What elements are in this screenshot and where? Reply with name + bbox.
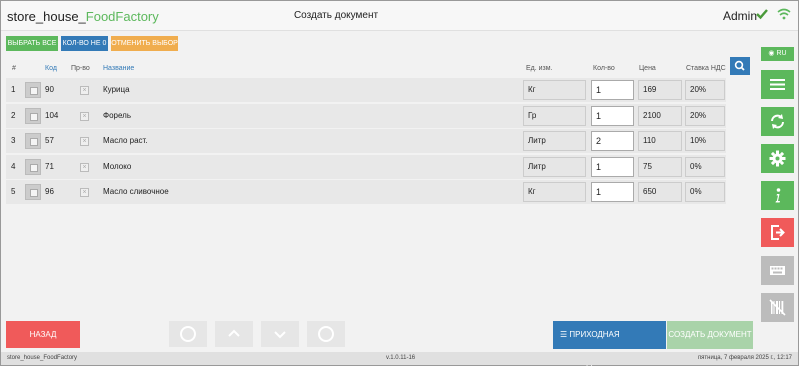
keyboard-icon [770,266,785,275]
row-name: Молоко [103,161,132,171]
col-unit: Ед. изм. [526,65,553,72]
row-code: 57 [45,136,54,145]
row-number: 4 [11,161,16,171]
nav-up-button[interactable] [215,321,253,347]
row-name: Масло раст. [103,136,148,145]
chevron-down-icon [274,331,286,339]
producer-checkbox[interactable]: × [80,137,89,146]
nav-down-button[interactable] [261,321,299,347]
incoming-invoice-button[interactable]: ☰ ПРИХОДНАЯ НАКЛАДНАЯ [553,321,666,366]
producer-checkbox[interactable]: × [80,162,89,172]
unit-field: Кг [523,80,586,100]
check-icon [756,9,768,20]
col-name[interactable]: Название [103,65,134,72]
barcode-button[interactable] [761,293,794,322]
quantity-input[interactable]: 1 [591,156,634,177]
row-checkbox[interactable] [25,158,41,175]
price-field: 75 [638,156,682,177]
col-vat: Ставка НДС [686,65,726,72]
producer-checkbox[interactable]: × [80,86,89,95]
producer-checkbox[interactable]: × [80,111,89,121]
info-button[interactable] [761,181,794,210]
col-qty: Кол-во [593,65,615,72]
quantity-input[interactable]: 1 [591,80,634,100]
select-all-button[interactable]: ВЫБРАТЬ ВСЕ [6,36,58,51]
col-producer: Пр-во [71,65,90,72]
settings-button[interactable] [761,144,794,173]
table-header: # Код Пр-во Название Ед. изм. Кол-во Цен… [1,65,761,77]
producer-checkbox[interactable]: × [80,188,89,197]
chevron-up-icon [228,329,240,337]
row-name: Форель [103,110,131,120]
unit-field: Литр [523,156,586,177]
nav-last-button[interactable] [307,321,345,347]
vat-field: 0% [685,156,725,177]
first-page-icon [180,326,196,342]
footer-app-name: store_house_FoodFactory [7,355,78,361]
row-checkbox[interactable] [25,82,41,98]
user-name[interactable]: Admin [723,9,757,23]
status-bar: store_house_FoodFactory v.1.0.11-16 пятн… [1,352,798,365]
sync-icon [771,114,784,129]
col-code[interactable]: Код [45,65,57,72]
footer-version: v.1.0.11-16 [386,355,416,361]
keyboard-button[interactable] [761,256,794,285]
qty-not-zero-button[interactable]: КОЛ-ВО НЕ 0 [61,36,108,51]
last-page-icon [318,326,334,342]
row-code: 104 [45,110,59,120]
logout-icon [771,225,785,240]
price-field: 2100 [638,105,682,126]
col-num: # [12,65,16,72]
sync-button[interactable] [761,107,794,136]
unit-field: Кг [523,182,586,202]
wifi-icon [777,8,791,20]
cancel-selection-button[interactable]: ОТМЕНИТЬ ВЫБОР [111,36,178,51]
page-title: Создать документ [293,10,379,21]
quantity-input[interactable]: 1 [591,182,634,202]
info-icon [775,188,781,203]
quantity-input[interactable]: 1 [591,105,634,126]
table-row[interactable]: 1 90 × Курица Кг 1 169 20% [6,78,726,102]
gear-icon [769,150,786,167]
app-header: store_house_FoodFactory Создать документ… [1,1,798,31]
barcode-off-icon [769,299,786,316]
table-row[interactable]: 4 71 × Молоко Литр 1 75 0% [6,154,726,179]
logout-button[interactable] [761,218,794,247]
col-price: Цена [639,65,656,72]
create-document-button[interactable]: СОЗДАТЬ ДОКУМЕНТ [667,321,753,349]
quantity-input[interactable]: 2 [591,131,634,151]
row-code: 90 [45,85,54,94]
row-name: Курица [103,85,130,94]
vat-field: 10% [685,131,725,151]
row-code: 96 [45,187,54,196]
nav-first-button[interactable] [169,321,207,347]
row-name: Масло сливочное [103,187,169,196]
table-row[interactable]: 5 96 × Масло сливочное Кг 1 650 0% [6,180,726,204]
table-row[interactable]: 3 57 × Масло раст. Литр 2 110 10% [6,129,726,153]
price-field: 650 [638,182,682,202]
language-button[interactable]: ◉ RU [761,47,794,61]
row-code: 71 [45,161,54,171]
vat-field: 0% [685,182,725,202]
price-field: 110 [638,131,682,151]
menu-button[interactable] [761,70,794,99]
row-number: 1 [11,85,16,94]
list-icon: ☰ [560,330,570,339]
back-button[interactable]: НАЗАД [6,321,80,348]
vat-field: 20% [685,80,725,100]
row-number: 2 [11,110,16,120]
row-checkbox[interactable] [25,133,41,149]
row-checkbox[interactable] [25,107,41,124]
menu-icon [770,79,785,90]
footer-datetime: пятница, 7 февраля 2025 г., 12:17 [697,355,792,361]
row-number: 3 [11,136,16,145]
price-field: 169 [638,80,682,100]
table-row[interactable]: 2 104 × Форель Гр 1 2100 20% [6,103,726,128]
vat-field: 20% [685,105,725,126]
unit-field: Гр [523,105,586,126]
row-number: 5 [11,187,16,196]
unit-field: Литр [523,131,586,151]
row-checkbox[interactable] [25,184,41,200]
